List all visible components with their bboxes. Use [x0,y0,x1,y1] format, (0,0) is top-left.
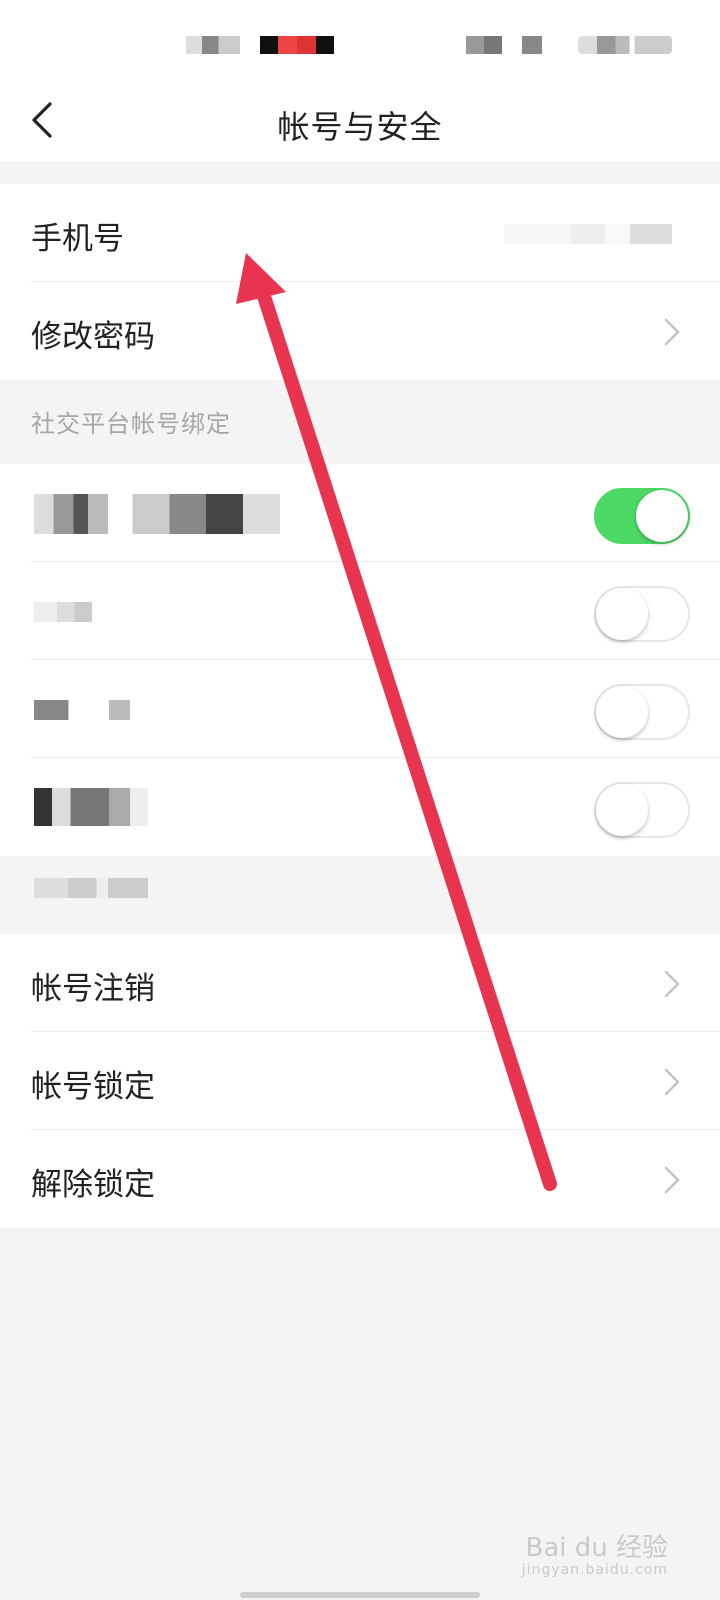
unlock-row[interactable]: 解除锁定 [0,1130,720,1228]
home-indicator[interactable] [240,1592,480,1598]
social-row-1 [0,464,720,562]
account-lock-label: 帐号锁定 [31,1069,155,1105]
phone-row[interactable]: 手机号 [0,184,720,282]
phone-label: 手机号 [31,221,124,257]
status-time-redacted [186,36,240,54]
chevron-right-icon [664,1068,680,1096]
bind-toggle-1[interactable] [594,488,690,544]
social-binding-header: 社交平台帐号绑定 [0,380,720,464]
watermark-url: jingyan.baidu.com [521,1561,668,1578]
account-group: 手机号 修改密码 [0,184,720,380]
account-lock-row[interactable]: 帐号锁定 [0,1032,720,1130]
baidu-watermark: Bai du 经验 jingyan.baidu.com [522,1534,668,1578]
social-row-2 [0,562,720,660]
signal-icon [466,36,502,54]
social-row-4 [0,758,720,856]
platform-name-redacted [34,494,280,534]
platform-name-redacted [34,788,148,826]
account-cancel-row[interactable]: 帐号注销 [0,934,720,1032]
toggle-knob [596,588,648,640]
wifi-icon [522,36,542,54]
status-notification-redacted [260,36,334,54]
bind-toggle-4[interactable] [594,782,690,838]
chevron-right-icon [664,1166,680,1194]
section-header-redacted [0,856,720,934]
navigation-bar: 帐号与安全 [0,84,720,162]
chevron-right-icon [664,318,680,346]
phone-number-redacted [504,224,672,244]
section-spacer [0,162,720,185]
change-password-row[interactable]: 修改密码 [0,282,720,380]
toggle-knob [636,490,688,542]
change-password-label: 修改密码 [31,319,155,355]
watermark-brand: Bai du 经验 [525,1533,668,1564]
page-title: 帐号与安全 [277,108,443,146]
social-binding-title: 社交平台帐号绑定 [31,410,231,438]
chevron-right-icon [664,970,680,998]
social-row-3 [0,660,720,758]
account-cancel-label: 帐号注销 [31,971,155,1007]
bind-toggle-2[interactable] [594,586,690,642]
status-bar [0,0,720,84]
bind-toggle-3[interactable] [594,684,690,740]
battery-icon [578,36,672,54]
social-binding-group [0,464,720,856]
platform-name-redacted [34,700,130,720]
toggle-knob [596,686,648,738]
toggle-knob [596,784,648,836]
section-title-redacted [34,878,148,898]
unlock-label: 解除锁定 [31,1167,155,1203]
account-management-group: 帐号注销 帐号锁定 解除锁定 [0,934,720,1228]
platform-name-redacted [34,602,92,622]
